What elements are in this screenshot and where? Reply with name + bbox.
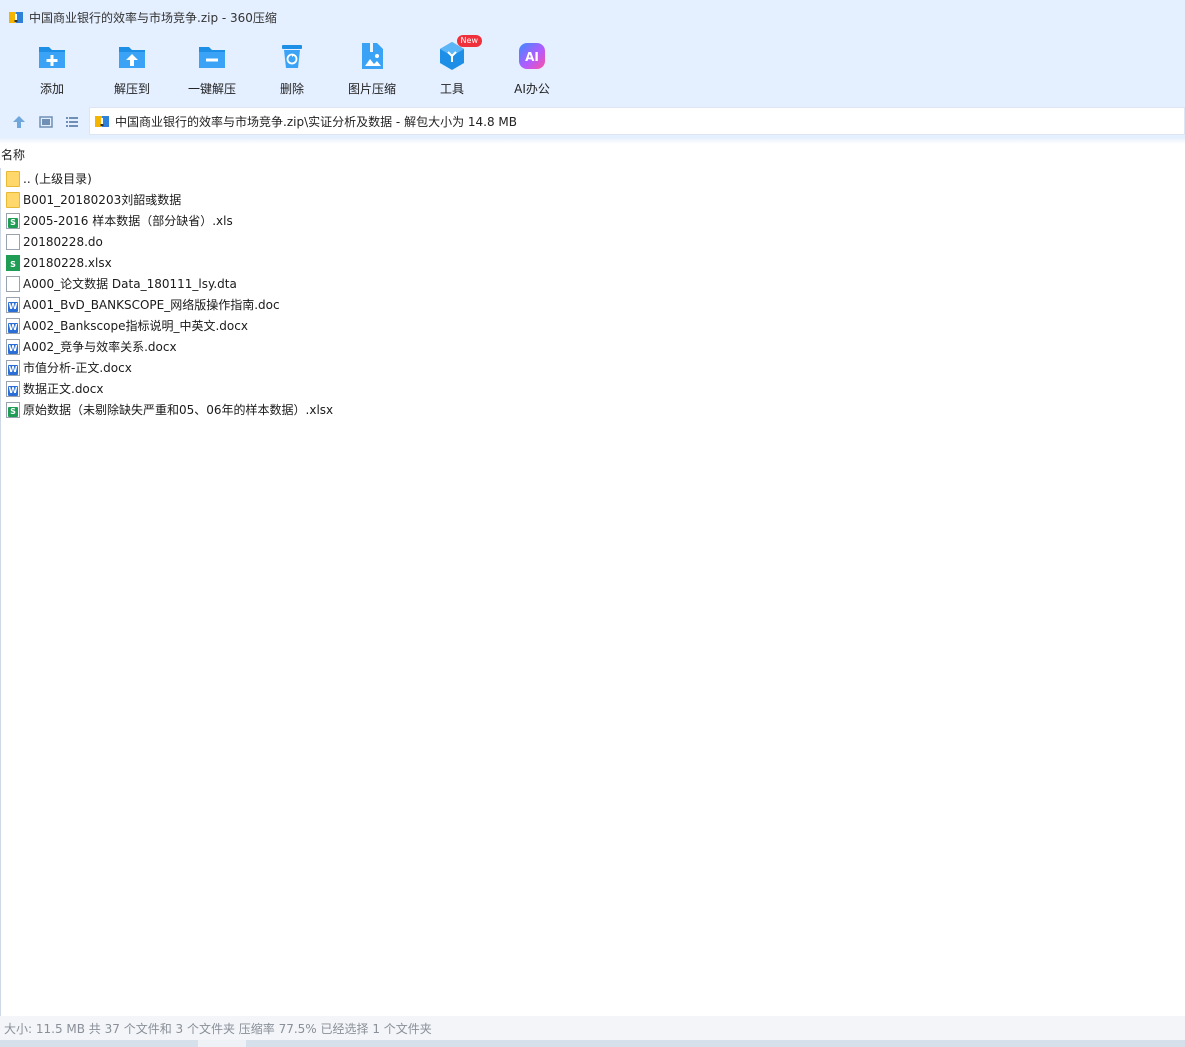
image-compress-icon <box>362 43 383 69</box>
word-file-icon: W <box>6 359 20 376</box>
word-badge-icon: W <box>8 385 18 396</box>
add-icon <box>39 47 65 68</box>
file-name: 数据正文.docx <box>23 382 104 396</box>
word-file-icon: W <box>6 380 20 397</box>
address-bar[interactable]: 中国商业银行的效率与市场竞争.zip\实证分析及数据 - 解包大小为 14.8 … <box>89 107 1185 135</box>
file-name: A002_竞争与效率关系.docx <box>23 340 177 354</box>
status-bar: 大小: 11.5 MB 共 37 个文件和 3 个文件夹 压缩率 77.5% 已… <box>0 1016 1185 1040</box>
file-name: B001_20180203刘韶彧数据 <box>23 193 182 207</box>
list-item-parent-dir[interactable]: .. (上级目录) <box>0 168 700 189</box>
word-badge-icon: W <box>8 364 18 375</box>
thumbnail-view-icon[interactable] <box>38 114 54 130</box>
up-arrow-icon[interactable] <box>11 114 27 130</box>
file-name: A002_Bankscope指标说明_中英文.docx <box>23 319 248 333</box>
list-item[interactable]: W 市值分析-正文.docx <box>0 357 700 378</box>
add-button[interactable]: 添加 <box>12 38 92 102</box>
header-separator <box>0 138 1185 144</box>
one-click-extract-button[interactable]: 一键解压 <box>172 38 252 102</box>
excel-badge-icon: S <box>8 406 18 417</box>
image-compress-button[interactable]: 图片压缩 <box>332 38 412 102</box>
file-name: 2005-2016 样本数据（部分缺省）.xls <box>23 214 233 228</box>
file-name: 市值分析-正文.docx <box>23 361 132 375</box>
file-name: 20180228.xlsx <box>23 255 112 270</box>
file-name: .. (上级目录) <box>23 172 92 186</box>
list-item[interactable]: S 20180228.xlsx <box>0 252 700 273</box>
one-click-extract-label: 一键解压 <box>187 82 236 96</box>
image-compress-label: 图片压缩 <box>347 82 396 96</box>
extract-to-button[interactable]: 解压到 <box>92 38 172 102</box>
one-click-extract-icon <box>199 47 225 68</box>
word-badge-icon: W <box>8 301 18 312</box>
folder-icon <box>6 191 20 208</box>
list-item[interactable]: S 2005-2016 样本数据（部分缺省）.xls <box>0 210 700 231</box>
folder-icon <box>6 170 20 187</box>
list-item[interactable]: B001_20180203刘韶彧数据 <box>0 189 700 210</box>
extract-to-icon <box>119 47 145 68</box>
address-path: 中国商业银行的效率与市场竞争.zip\实证分析及数据 - 解包大小为 14.8 … <box>115 114 518 129</box>
column-header-name[interactable]: 名称 <box>1 146 25 163</box>
list-item[interactable]: W A001_BvD_BANKSCOPE_网络版操作指南.doc <box>0 294 700 315</box>
generic-file-icon <box>6 275 20 292</box>
new-badge: New <box>456 35 482 47</box>
ai-office-icon: AI <box>519 43 545 69</box>
svg-text:AI: AI <box>525 50 539 64</box>
generic-file-icon <box>6 233 20 250</box>
list-item[interactable]: A000_论文数据 Data_180111_lsy.dta <box>0 273 700 294</box>
file-name: A001_BvD_BANKSCOPE_网络版操作指南.doc <box>23 298 280 312</box>
list-item[interactable]: S 原始数据（未剔除缺失严重和05、06年的样本数据）.xlsx <box>0 399 700 420</box>
excel-file-icon: S <box>6 254 20 271</box>
list-view-icon[interactable] <box>64 114 80 130</box>
address-row: 中国商业银行的效率与市场竞争.zip\实证分析及数据 - 解包大小为 14.8 … <box>0 106 1185 138</box>
file-name: 20180228.do <box>23 234 103 249</box>
horizontal-scrollbar[interactable] <box>0 1040 1185 1047</box>
status-text: 大小: 11.5 MB 共 37 个文件和 3 个文件夹 压缩率 77.5% 已… <box>4 1021 432 1036</box>
archive-icon <box>95 116 109 127</box>
add-label: 添加 <box>39 82 64 96</box>
list-item[interactable]: 20180228.do <box>0 231 700 252</box>
list-item[interactable]: W 数据正文.docx <box>0 378 700 399</box>
delete-button[interactable]: 删除 <box>252 38 332 102</box>
word-badge-icon: W <box>8 343 18 354</box>
list-item[interactable]: W A002_竞争与效率关系.docx <box>0 336 700 357</box>
excel-badge-icon: S <box>8 259 18 270</box>
delete-label: 删除 <box>279 82 304 96</box>
list-item[interactable]: W A002_Bankscope指标说明_中英文.docx <box>0 315 700 336</box>
excel-file-icon: S <box>6 401 20 418</box>
archive-app-icon <box>9 12 23 23</box>
word-file-icon: W <box>6 296 20 313</box>
file-name: 原始数据（未剔除缺失严重和05、06年的样本数据）.xlsx <box>23 403 334 417</box>
ai-office-button[interactable]: AI AI办公 <box>492 38 572 102</box>
title-bar: 中国商业银行的效率与市场竞争.zip - 360压缩 <box>0 0 1185 34</box>
word-file-icon: W <box>6 338 20 355</box>
toolbar: 添加 解压到 一键解压 删除 图片压缩 New 工具 AI AI办公 <box>0 34 1185 106</box>
excel-badge-icon: S <box>8 217 18 228</box>
word-file-icon: W <box>6 317 20 334</box>
delete-icon <box>282 45 302 68</box>
excel-file-icon: S <box>6 212 20 229</box>
file-name: A000_论文数据 Data_180111_lsy.dta <box>23 277 237 291</box>
scrollbar-thumb[interactable] <box>198 1040 246 1047</box>
tools-label: 工具 <box>439 82 464 96</box>
ai-office-label: AI办公 <box>514 82 550 96</box>
window-title: 中国商业银行的效率与市场竞争.zip - 360压缩 <box>29 10 277 25</box>
word-badge-icon: W <box>8 322 18 333</box>
extract-to-label: 解压到 <box>113 82 150 96</box>
tools-button[interactable]: New 工具 <box>412 35 492 102</box>
tools-icon-wrap: New <box>436 35 482 72</box>
